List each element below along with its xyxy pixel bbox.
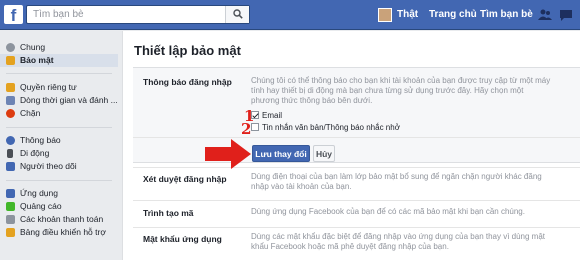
code-generator-label[interactable]: Trình tạo mã [143, 208, 194, 218]
apps-icon [6, 189, 15, 198]
sidebar-item-timeline[interactable]: Dòng thời gian và đánh ... [0, 94, 118, 107]
ads-icon [6, 202, 15, 211]
followers-icon [6, 162, 15, 171]
profile-link[interactable]: Thật [397, 0, 418, 30]
app-passwords-label[interactable]: Mật khẩu ứng dụng [143, 234, 222, 244]
globe-icon [6, 136, 15, 145]
sidebar-item-label: Quảng cáo [20, 201, 62, 211]
friends-icon[interactable] [538, 8, 552, 22]
text-message-option[interactable]: Tin nhắn văn bản/Thông báo nhắc nhở [251, 122, 400, 133]
shield-icon [6, 56, 15, 65]
find-friends-link[interactable]: Tìm bạn bè [480, 0, 533, 30]
sidebar-item-label: Bảo mật [20, 55, 54, 65]
timeline-icon [6, 96, 15, 105]
payments-icon [6, 215, 15, 224]
sidebar-item-label: Di động [20, 148, 50, 158]
messages-icon[interactable] [559, 8, 573, 22]
sidebar-item-apps[interactable]: Ứng dụng [0, 187, 118, 200]
sidebar-item-label: Dòng thời gian và đánh ... [20, 95, 118, 105]
sidebar-item-mobile[interactable]: Di động [0, 147, 118, 160]
search-button[interactable] [225, 6, 249, 23]
sidebar-item-followers[interactable]: Người theo dõi [0, 160, 118, 173]
avatar[interactable] [378, 8, 392, 22]
sidebar-item-label: Thông báo [20, 135, 61, 145]
security-settings-panel: Thiết lập bảo mật Thông báo đăng nhập Ch… [122, 31, 580, 260]
login-approvals-label[interactable]: Xét duyệt đăng nhập [143, 174, 227, 184]
red-arrow-icon [205, 139, 251, 169]
gear-icon [6, 43, 15, 52]
page-title: Thiết lập bảo mật [134, 43, 241, 58]
sidebar-item-label: Ứng dụng [20, 188, 58, 198]
code-generator-description: Dùng ứng dụng Facebook của bạn để có các… [251, 207, 525, 216]
divider [133, 137, 580, 138]
login-approvals-description: Dùng điện thoại của bạn làm lớp bảo mật … [251, 172, 542, 191]
sidebar-item-label: Chung [20, 42, 46, 52]
lock-icon [6, 83, 15, 92]
sidebar-item-notifications[interactable]: Thông báo [0, 134, 118, 147]
top-bar: f Thật Trang chủ Tìm bạn bè [0, 0, 580, 30]
search-input[interactable] [27, 6, 223, 23]
text-message-option-label: Tin nhắn văn bản/Thông báo nhắc nhở [262, 123, 400, 132]
sidebar-item-label: Các khoản thanh toán [20, 214, 104, 224]
search-icon [233, 9, 243, 19]
divider [133, 227, 580, 228]
sidebar-item-ads[interactable]: Quảng cáo [0, 200, 118, 213]
divider [133, 200, 580, 201]
facebook-logo[interactable]: f [4, 5, 23, 25]
save-changes-button[interactable]: Lưu thay đổi [252, 145, 310, 162]
sidebar-item-label: Chặn [20, 108, 41, 118]
sidebar-item-security[interactable]: Bảo mật [0, 54, 118, 67]
cancel-button[interactable]: Hủy [313, 145, 335, 162]
sidebar-item-label: Người theo dõi [20, 161, 77, 171]
divider [133, 167, 580, 168]
home-link[interactable]: Trang chủ [429, 0, 477, 30]
sidebar-divider [6, 180, 112, 181]
sidebar-item-blocking[interactable]: Chặn [0, 107, 118, 120]
sidebar-item-support[interactable]: Bảng điều khiển hỗ trợ [0, 226, 118, 239]
sidebar-divider [6, 127, 112, 128]
app-passwords-description: Dùng các mật khẩu đặc biệt để đăng nhập … [251, 232, 546, 251]
support-icon [6, 228, 15, 237]
sidebar-divider [6, 73, 112, 74]
block-icon [6, 109, 15, 118]
sidebar-item-payments[interactable]: Các khoản thanh toán [0, 213, 118, 226]
sidebar-item-privacy[interactable]: Quyền riêng tư [0, 81, 118, 94]
email-option[interactable]: Email [251, 110, 282, 121]
text-message-checkbox[interactable] [251, 123, 259, 131]
sidebar-item-label: Quyền riêng tư [20, 82, 77, 92]
step-number-2: 2 [241, 120, 252, 138]
login-alerts-section: Thông báo đăng nhập Chúng tôi có thể thô… [133, 67, 580, 163]
sidebar-item-label: Bảng điều khiển hỗ trợ [20, 227, 106, 237]
login-alerts-label: Thông báo đăng nhập [143, 77, 232, 87]
email-checkbox[interactable] [251, 111, 259, 119]
login-alerts-description: Chúng tôi có thể thông báo cho bạn khi t… [251, 76, 551, 105]
email-option-label: Email [262, 111, 283, 120]
search-box [26, 5, 250, 24]
mobile-icon [7, 149, 13, 158]
settings-sidebar: Chung Bảo mật Quyền riêng tư Dòng thời g… [0, 31, 118, 260]
sidebar-item-general[interactable]: Chung [0, 41, 118, 54]
